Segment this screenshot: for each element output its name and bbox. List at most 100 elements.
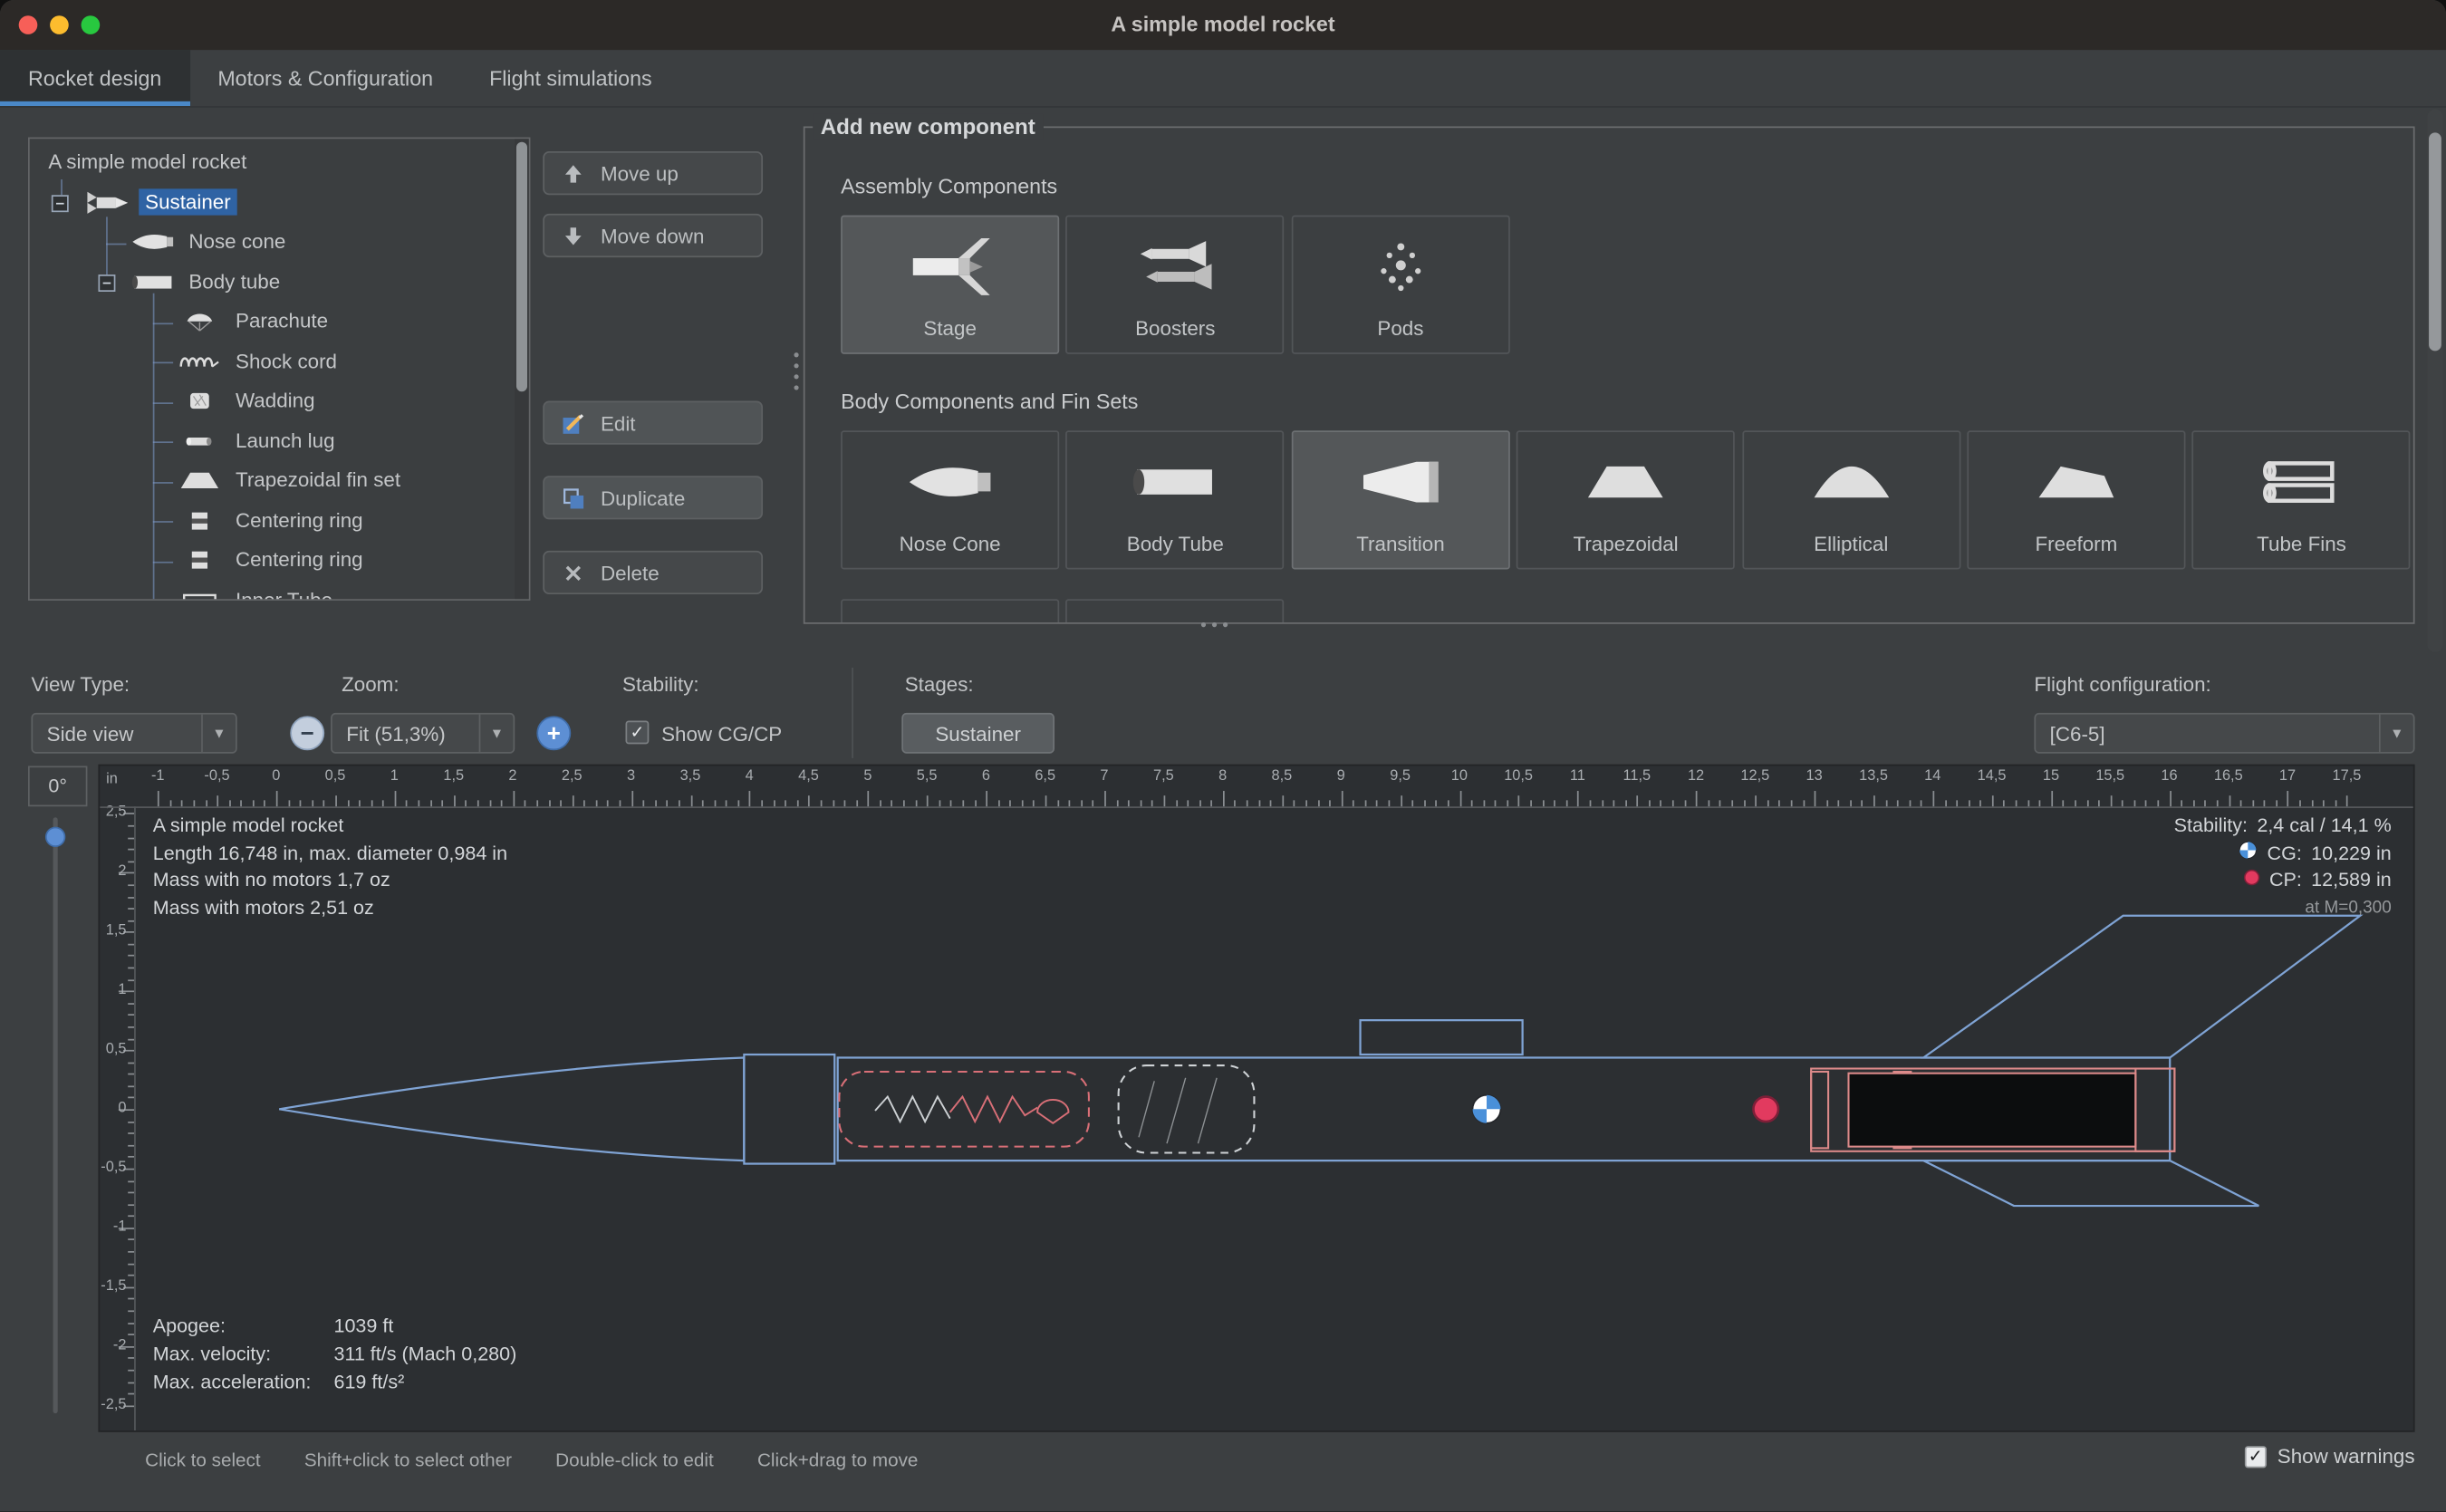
- component-button-transition[interactable]: Transition: [1291, 430, 1509, 569]
- centering-ring-outline[interactable]: [1811, 1072, 1828, 1148]
- fin-lower-outline[interactable]: [1923, 1160, 2258, 1206]
- splitter-handle-horizontal[interactable]: [1201, 622, 1228, 627]
- tree-item-inner-tube[interactable]: Inner Tube: [30, 581, 529, 601]
- nose-shoulder-outline[interactable]: [744, 1055, 834, 1164]
- stability-label: Stability:: [622, 672, 699, 696]
- zoom-select[interactable]: Fit (51,3%) ▼: [331, 713, 515, 754]
- motor-casing[interactable]: [1848, 1074, 2135, 1147]
- tree-item-a-simple-model-rocket[interactable]: A simple model rocket: [30, 143, 529, 182]
- rocket-info-line: Mass with motors 2,51 oz: [153, 895, 507, 922]
- rotation-angle-box[interactable]: 0°: [28, 766, 87, 806]
- component-button-freeform[interactable]: Freeform: [1967, 430, 2185, 569]
- centering-ring-icon: [177, 507, 224, 537]
- rocket-info-block: A simple model rocketLength 16,748 in, m…: [153, 813, 507, 922]
- delete-x-icon: [560, 559, 586, 585]
- main-tab-bar: Rocket designMotors & ConfigurationFligh…: [0, 50, 2446, 108]
- cp-label: CP:: [2269, 867, 2302, 894]
- show-warnings-checkbox[interactable]: ✓: [2245, 1445, 2267, 1467]
- nose-cone-icon: [903, 432, 997, 532]
- tree-item-wadding[interactable]: Wadding: [30, 382, 529, 421]
- tree-item-parachute[interactable]: Parachute: [30, 303, 529, 342]
- component-button-nose-cone[interactable]: Nose Cone: [841, 430, 1059, 569]
- cg-value: 10,229 in: [2311, 840, 2392, 867]
- component-button-label: Body Tube: [1127, 532, 1224, 568]
- cg-label: CG:: [2268, 840, 2302, 867]
- tree-item-label: Body tube: [182, 267, 286, 294]
- nose-cone-icon: [130, 229, 177, 259]
- component-button-partial[interactable]: [841, 599, 1059, 624]
- tab-motors-configuration[interactable]: Motors & Configuration: [189, 50, 461, 106]
- fin-trapezoid-icon: [177, 468, 224, 498]
- show-warnings-control[interactable]: ✓ Show warnings: [2245, 1445, 2415, 1469]
- transition-icon: [1353, 432, 1447, 532]
- rocket-icon: [82, 189, 130, 219]
- component-button-pods[interactable]: Pods: [1291, 216, 1509, 354]
- component-tree[interactable]: A simple model rocketSustainerNose cone B…: [28, 138, 530, 601]
- tree-item-trapezoidal-fin-set[interactable]: Trapezoidal fin set: [30, 462, 529, 501]
- tree-item-body-tube[interactable]: Body tube: [30, 263, 529, 302]
- component-button-boosters[interactable]: Boosters: [1066, 216, 1285, 354]
- edit-button[interactable]: Edit: [543, 401, 763, 445]
- tab-flight-simulations[interactable]: Flight simulations: [461, 50, 680, 106]
- tree-scrollbar[interactable]: [515, 139, 528, 599]
- duplicate-button[interactable]: Duplicate: [543, 476, 763, 519]
- window-scrollbar[interactable]: [2427, 110, 2442, 652]
- zoom-in-button[interactable]: +: [536, 716, 571, 750]
- stage-toggle-label: Sustainer: [935, 721, 1021, 745]
- arrow-down-icon: [560, 222, 586, 248]
- duplicate-label: Duplicate: [601, 486, 685, 509]
- mach-note: at M=0,300: [2305, 895, 2391, 922]
- component-button-stage[interactable]: Stage: [841, 216, 1059, 354]
- component-button-tube-fins[interactable]: Tube Fins: [2192, 430, 2411, 569]
- splitter-handle-vertical[interactable]: [789, 352, 802, 390]
- stage-toggle-sustainer[interactable]: Sustainer: [901, 713, 1054, 754]
- cp-value: 12,589 in: [2311, 867, 2392, 894]
- move-down-button[interactable]: Move down: [543, 214, 763, 257]
- centering-ring-icon: [177, 547, 224, 577]
- show-cg-cp-checkbox[interactable]: ✓: [625, 721, 649, 745]
- view-type-select[interactable]: Side view ▼: [31, 713, 236, 754]
- component-button-partial[interactable]: [1066, 599, 1285, 624]
- flight-stats-block: Apogee:1039 ftMax. velocity:311 ft/s (Ma…: [153, 1312, 517, 1396]
- delete-button[interactable]: Delete: [543, 551, 763, 594]
- flight-stat-row: Max. acceleration:619 ft/s²: [153, 1368, 517, 1396]
- nose-cone-outline[interactable]: [279, 1057, 744, 1160]
- zoom-out-button[interactable]: −: [290, 716, 324, 750]
- move-up-label: Move up: [601, 161, 679, 185]
- engine-block-outline[interactable]: [2135, 1069, 2174, 1151]
- section-label-assembly-components: Assembly Components: [841, 175, 1057, 198]
- tree-item-shock-cord[interactable]: Shock cord: [30, 342, 529, 381]
- app-window: A simple model rocket Rocket designMotor…: [0, 0, 2446, 1512]
- rotation-slider-thumb[interactable]: [45, 827, 65, 847]
- component-button-trapezoidal[interactable]: Trapezoidal: [1517, 430, 1735, 569]
- shock-cord-line[interactable]: [875, 1097, 950, 1122]
- tree-item-centering-ring[interactable]: Centering ring: [30, 502, 529, 541]
- parachute-cord-line[interactable]: [950, 1097, 1037, 1122]
- move-up-button[interactable]: Move up: [543, 151, 763, 195]
- rotation-slider-track[interactable]: [53, 817, 58, 1413]
- status-hint: Click to select: [145, 1449, 260, 1471]
- tree-item-launch-lug[interactable]: Launch lug: [30, 422, 529, 461]
- tab-rocket-design[interactable]: Rocket design: [0, 50, 189, 106]
- tree-item-nose-cone[interactable]: Nose cone: [30, 223, 529, 262]
- view-type-label: View Type:: [31, 672, 130, 696]
- tree-item-centering-ring[interactable]: Centering ring: [30, 542, 529, 581]
- wadding-outline[interactable]: [1119, 1065, 1255, 1152]
- tree-expander-icon[interactable]: [98, 274, 115, 291]
- component-button-label: Stage: [923, 317, 977, 353]
- component-button-body-tube[interactable]: Body Tube: [1066, 430, 1285, 569]
- tree-item-sustainer[interactable]: Sustainer: [30, 183, 529, 222]
- fin-upper-outline[interactable]: [1923, 916, 2360, 1058]
- add-component-title: Add new component: [813, 114, 1043, 140]
- launch-lug-outline[interactable]: [1361, 1020, 1523, 1055]
- component-button-label: Boosters: [1135, 317, 1215, 353]
- tree-scrollbar-thumb[interactable]: [516, 142, 527, 392]
- tree-expander-icon[interactable]: [52, 194, 69, 211]
- window-scrollbar-thumb[interactable]: [2429, 132, 2441, 351]
- design-canvas[interactable]: in -1-0,500,511,522,533,544,555,566,577,…: [98, 765, 2414, 1432]
- cp-marker: [1753, 1097, 1778, 1122]
- window-title: A simple model rocket: [0, 13, 2446, 36]
- component-button-label: Transition: [1356, 532, 1444, 568]
- component-button-elliptical[interactable]: Elliptical: [1742, 430, 1960, 569]
- flight-config-select[interactable]: [C6-5] ▼: [2034, 713, 2414, 754]
